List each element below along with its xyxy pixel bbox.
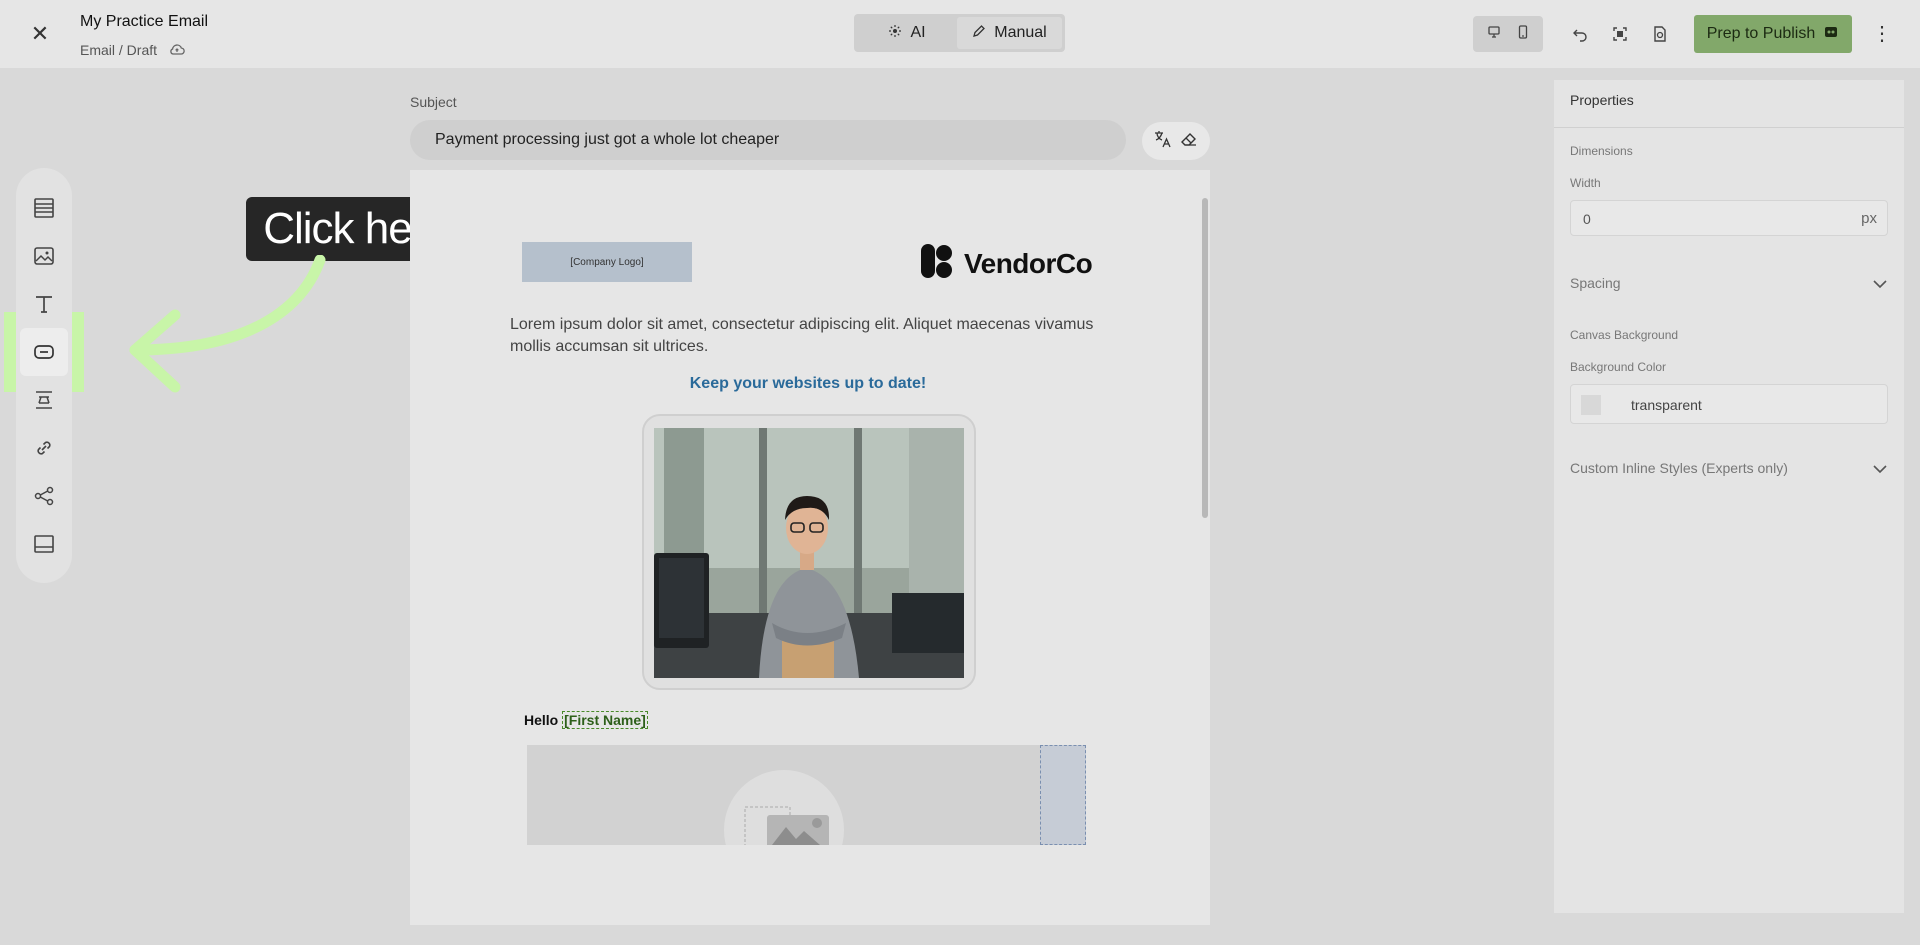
- link-icon[interactable]: [30, 434, 58, 462]
- brand-name: VendorCo: [964, 247, 1093, 279]
- image-placeholder-icon: [724, 770, 844, 845]
- text-icon[interactable]: [30, 290, 58, 318]
- cloud-sync-icon: [169, 43, 185, 60]
- pencil-icon: [972, 24, 986, 43]
- first-name-merge-tag[interactable]: [First Name]: [562, 711, 648, 729]
- translate-icon[interactable]: [1153, 129, 1173, 154]
- color-swatch[interactable]: [1581, 395, 1601, 415]
- rocket-icon: [1823, 24, 1839, 45]
- company-logo-placeholder[interactable]: [Company Logo]: [522, 242, 692, 282]
- email-greeting[interactable]: Hello [First Name]: [524, 711, 648, 729]
- properties-divider: [1554, 127, 1904, 128]
- footer-icon[interactable]: [30, 530, 58, 558]
- mode-manual-label: Manual: [994, 24, 1047, 41]
- email-headline[interactable]: Keep your websites up to date!: [510, 375, 1106, 393]
- vendorco-brand[interactable]: VendorCo: [920, 242, 1093, 285]
- width-unit: px: [1861, 210, 1877, 227]
- app-header: ✕ My Practice Email Email / Draft AI Man…: [0, 0, 1920, 68]
- document-title: My Practice Email: [80, 13, 209, 30]
- chevron-down-icon[interactable]: [1872, 461, 1888, 477]
- mode-manual-button[interactable]: Manual: [957, 17, 1062, 49]
- document-breadcrumb: Email / Draft: [80, 42, 185, 60]
- prep-to-publish-button[interactable]: Prep to Publish: [1694, 15, 1852, 53]
- spacing-section-toggle[interactable]: Spacing: [1570, 275, 1621, 291]
- sparkle-icon: [888, 24, 902, 43]
- chevron-down-icon[interactable]: [1872, 276, 1888, 292]
- properties-title: Properties: [1570, 92, 1634, 108]
- canvas-scrollbar[interactable]: [1202, 198, 1208, 518]
- background-color-label: Background Color: [1570, 360, 1667, 374]
- device-toggle: [1473, 16, 1543, 52]
- publish-label: Prep to Publish: [1706, 25, 1816, 42]
- layout-icon[interactable]: [30, 194, 58, 222]
- background-color-value: transparent: [1631, 397, 1702, 413]
- breadcrumb-text: Email / Draft: [80, 42, 158, 58]
- canvas-background-label: Canvas Background: [1570, 328, 1679, 342]
- width-label: Width: [1570, 176, 1601, 190]
- vendorco-logo-icon: [920, 242, 954, 285]
- button-icon[interactable]: [20, 328, 68, 376]
- background-color-input[interactable]: transparent: [1570, 384, 1888, 424]
- desktop-preview-icon[interactable]: [1486, 24, 1502, 45]
- email-body-text[interactable]: Lorem ipsum dolor sit amet, consectetur …: [510, 314, 1110, 358]
- subject-label: Subject: [410, 94, 457, 110]
- dimensions-label: Dimensions: [1570, 144, 1633, 158]
- eraser-icon[interactable]: [1179, 129, 1199, 154]
- hero-photo[interactable]: [654, 428, 964, 678]
- mode-toggle: AI Manual: [854, 14, 1065, 52]
- greeting-text: Hello: [524, 712, 559, 728]
- image-placeholder-block[interactable]: [527, 745, 1086, 845]
- pointer-arrow-icon: [129, 255, 326, 393]
- column-selection-outline[interactable]: [1040, 745, 1086, 845]
- share-icon[interactable]: [30, 482, 58, 510]
- subject-input[interactable]: [410, 120, 1126, 160]
- more-options-icon[interactable]: ⋮: [1872, 22, 1892, 46]
- mode-ai-label: AI: [910, 24, 926, 41]
- preview-document-icon[interactable]: [1650, 24, 1670, 44]
- width-value: 0: [1583, 211, 1591, 227]
- properties-panel: Properties Dimensions Width 0 px Spacing…: [1554, 80, 1904, 913]
- close-icon[interactable]: ✕: [28, 22, 52, 46]
- spacer-icon[interactable]: [30, 386, 58, 414]
- mode-ai-button[interactable]: AI: [857, 17, 957, 49]
- custom-inline-styles-toggle[interactable]: Custom Inline Styles (Experts only): [1570, 460, 1788, 476]
- mobile-preview-icon[interactable]: [1515, 24, 1531, 45]
- subject-tools: [1142, 122, 1210, 160]
- undo-icon[interactable]: [1570, 24, 1590, 44]
- width-input[interactable]: 0 px: [1570, 200, 1888, 236]
- fit-screen-icon[interactable]: [1610, 24, 1630, 44]
- image-icon[interactable]: [30, 242, 58, 270]
